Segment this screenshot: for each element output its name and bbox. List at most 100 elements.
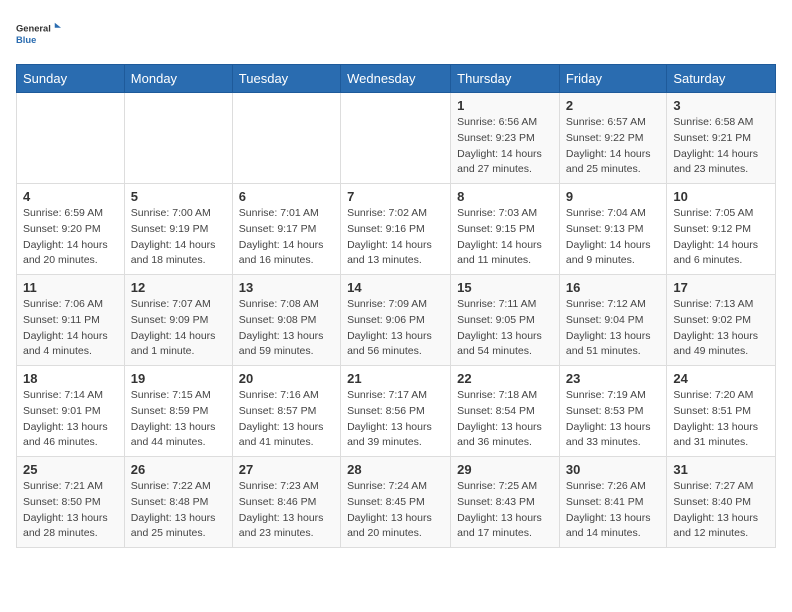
calendar-header-row: SundayMondayTuesdayWednesdayThursdayFrid… bbox=[17, 65, 776, 93]
day-number: 5 bbox=[131, 189, 226, 204]
day-number: 12 bbox=[131, 280, 226, 295]
calendar-week-row: 11Sunrise: 7:06 AMSunset: 9:11 PMDayligh… bbox=[17, 275, 776, 366]
day-number: 4 bbox=[23, 189, 118, 204]
day-number: 25 bbox=[23, 462, 118, 477]
day-number: 22 bbox=[457, 371, 553, 386]
calendar-cell: 2 Sunrise: 6:57 AMSunset: 9:22 PMDaylight… bbox=[559, 93, 667, 184]
weekday-header: Saturday bbox=[667, 65, 776, 93]
day-info: Sunrise: 7:04 AMSunset: 9:13 PMDaylight:… bbox=[566, 206, 661, 269]
day-number: 14 bbox=[347, 280, 444, 295]
calendar-cell: 28 Sunrise: 7:24 AMSunset: 8:45 PMDayligh… bbox=[341, 457, 451, 548]
day-number: 28 bbox=[347, 462, 444, 477]
day-info: Sunrise: 7:16 AMSunset: 8:57 PMDaylight:… bbox=[239, 388, 334, 451]
weekday-header: Thursday bbox=[451, 65, 560, 93]
day-number: 1 bbox=[457, 98, 553, 113]
day-info: Sunrise: 7:27 AMSunset: 8:40 PMDaylight:… bbox=[673, 479, 769, 542]
calendar-cell: 27 Sunrise: 7:23 AMSunset: 8:46 PMDayligh… bbox=[232, 457, 340, 548]
logo: General Blue bbox=[16, 16, 66, 52]
day-number: 3 bbox=[673, 98, 769, 113]
calendar-week-row: 18 Sunrise: 7:14 AMSunset: 9:01 PMDayligh… bbox=[17, 366, 776, 457]
day-info: Sunrise: 7:05 AMSunset: 9:12 PMDaylight:… bbox=[673, 206, 769, 269]
day-number: 17 bbox=[673, 280, 769, 295]
day-number: 30 bbox=[566, 462, 661, 477]
day-info: Sunrise: 6:57 AMSunset: 9:22 PMDaylight:… bbox=[566, 115, 661, 178]
calendar-cell: 6 Sunrise: 7:01 AMSunset: 9:17 PMDaylight… bbox=[232, 184, 340, 275]
calendar-cell: 9 Sunrise: 7:04 AMSunset: 9:13 PMDaylight… bbox=[559, 184, 667, 275]
day-info: Sunrise: 6:59 AMSunset: 9:20 PMDaylight:… bbox=[23, 206, 118, 269]
calendar-cell: 8 Sunrise: 7:03 AMSunset: 9:15 PMDaylight… bbox=[451, 184, 560, 275]
calendar-cell: 25 Sunrise: 7:21 AMSunset: 8:50 PMDayligh… bbox=[17, 457, 125, 548]
page-header: General Blue bbox=[16, 16, 776, 52]
day-number: 19 bbox=[131, 371, 226, 386]
day-number: 7 bbox=[347, 189, 444, 204]
calendar-week-row: 4 Sunrise: 6:59 AMSunset: 9:20 PMDaylight… bbox=[17, 184, 776, 275]
day-info: Sunrise: 7:11 AMSunset: 9:05 PMDaylight:… bbox=[457, 297, 553, 360]
day-number: 16 bbox=[566, 280, 661, 295]
logo-svg: General Blue bbox=[16, 16, 66, 52]
day-info: Sunrise: 7:02 AMSunset: 9:16 PMDaylight:… bbox=[347, 206, 444, 269]
calendar-cell: 15 Sunrise: 7:11 AMSunset: 9:05 PMDayligh… bbox=[451, 275, 560, 366]
calendar-cell bbox=[341, 93, 451, 184]
day-number: 26 bbox=[131, 462, 226, 477]
day-info: Sunrise: 7:19 AMSunset: 8:53 PMDaylight:… bbox=[566, 388, 661, 451]
day-number: 8 bbox=[457, 189, 553, 204]
day-info: Sunrise: 7:23 AMSunset: 8:46 PMDaylight:… bbox=[239, 479, 334, 542]
day-info: Sunrise: 7:13 AMSunset: 9:02 PMDaylight:… bbox=[673, 297, 769, 360]
day-info: Sunrise: 7:01 AMSunset: 9:17 PMDaylight:… bbox=[239, 206, 334, 269]
day-number: 29 bbox=[457, 462, 553, 477]
calendar-cell: 5 Sunrise: 7:00 AMSunset: 9:19 PMDaylight… bbox=[124, 184, 232, 275]
day-info: Sunrise: 7:06 AMSunset: 9:11 PMDaylight:… bbox=[23, 297, 118, 360]
weekday-header: Sunday bbox=[17, 65, 125, 93]
calendar-cell bbox=[17, 93, 125, 184]
day-number: 23 bbox=[566, 371, 661, 386]
calendar-cell: 19 Sunrise: 7:15 AMSunset: 8:59 PMDayligh… bbox=[124, 366, 232, 457]
weekday-header: Monday bbox=[124, 65, 232, 93]
calendar-cell bbox=[232, 93, 340, 184]
calendar-cell: 7 Sunrise: 7:02 AMSunset: 9:16 PMDaylight… bbox=[341, 184, 451, 275]
day-info: Sunrise: 7:26 AMSunset: 8:41 PMDaylight:… bbox=[566, 479, 661, 542]
day-info: Sunrise: 6:58 AMSunset: 9:21 PMDaylight:… bbox=[673, 115, 769, 178]
day-number: 15 bbox=[457, 280, 553, 295]
weekday-header: Tuesday bbox=[232, 65, 340, 93]
weekday-header: Friday bbox=[559, 65, 667, 93]
day-number: 9 bbox=[566, 189, 661, 204]
calendar-cell: 31 Sunrise: 7:27 AMSunset: 8:40 PMDayligh… bbox=[667, 457, 776, 548]
day-number: 18 bbox=[23, 371, 118, 386]
svg-text:Blue: Blue bbox=[16, 35, 36, 45]
day-info: Sunrise: 7:17 AMSunset: 8:56 PMDaylight:… bbox=[347, 388, 444, 451]
day-number: 2 bbox=[566, 98, 661, 113]
calendar-cell: 21 Sunrise: 7:17 AMSunset: 8:56 PMDayligh… bbox=[341, 366, 451, 457]
day-info: Sunrise: 7:21 AMSunset: 8:50 PMDaylight:… bbox=[23, 479, 118, 542]
day-number: 27 bbox=[239, 462, 334, 477]
day-info: Sunrise: 7:18 AMSunset: 8:54 PMDaylight:… bbox=[457, 388, 553, 451]
day-number: 31 bbox=[673, 462, 769, 477]
calendar-cell: 30 Sunrise: 7:26 AMSunset: 8:41 PMDayligh… bbox=[559, 457, 667, 548]
day-info: Sunrise: 7:00 AMSunset: 9:19 PMDaylight:… bbox=[131, 206, 226, 269]
day-info: Sunrise: 7:14 AMSunset: 9:01 PMDaylight:… bbox=[23, 388, 118, 451]
day-info: Sunrise: 7:09 AMSunset: 9:06 PMDaylight:… bbox=[347, 297, 444, 360]
day-info: Sunrise: 7:24 AMSunset: 8:45 PMDaylight:… bbox=[347, 479, 444, 542]
calendar-cell: 10Sunrise: 7:05 AMSunset: 9:12 PMDayligh… bbox=[667, 184, 776, 275]
day-info: Sunrise: 7:20 AMSunset: 8:51 PMDaylight:… bbox=[673, 388, 769, 451]
calendar-cell: 29 Sunrise: 7:25 AMSunset: 8:43 PMDayligh… bbox=[451, 457, 560, 548]
day-info: Sunrise: 7:25 AMSunset: 8:43 PMDaylight:… bbox=[457, 479, 553, 542]
calendar-cell: 18 Sunrise: 7:14 AMSunset: 9:01 PMDayligh… bbox=[17, 366, 125, 457]
calendar-cell: 13Sunrise: 7:08 AMSunset: 9:08 PMDayligh… bbox=[232, 275, 340, 366]
calendar-cell: 17 Sunrise: 7:13 AMSunset: 9:02 PMDayligh… bbox=[667, 275, 776, 366]
day-number: 24 bbox=[673, 371, 769, 386]
calendar-cell: 3 Sunrise: 6:58 AMSunset: 9:21 PMDaylight… bbox=[667, 93, 776, 184]
day-info: Sunrise: 7:22 AMSunset: 8:48 PMDaylight:… bbox=[131, 479, 226, 542]
calendar-table: SundayMondayTuesdayWednesdayThursdayFrid… bbox=[16, 64, 776, 548]
calendar-cell: 4 Sunrise: 6:59 AMSunset: 9:20 PMDaylight… bbox=[17, 184, 125, 275]
day-info: Sunrise: 7:03 AMSunset: 9:15 PMDaylight:… bbox=[457, 206, 553, 269]
day-number: 13 bbox=[239, 280, 334, 295]
day-info: Sunrise: 7:15 AMSunset: 8:59 PMDaylight:… bbox=[131, 388, 226, 451]
calendar-cell: 23 Sunrise: 7:19 AMSunset: 8:53 PMDayligh… bbox=[559, 366, 667, 457]
day-number: 20 bbox=[239, 371, 334, 386]
calendar-cell: 26 Sunrise: 7:22 AMSunset: 8:48 PMDayligh… bbox=[124, 457, 232, 548]
calendar-cell: 16Sunrise: 7:12 AMSunset: 9:04 PMDayligh… bbox=[559, 275, 667, 366]
day-number: 21 bbox=[347, 371, 444, 386]
calendar-week-row: 1Sunrise: 6:56 AMSunset: 9:23 PMDaylight… bbox=[17, 93, 776, 184]
day-number: 6 bbox=[239, 189, 334, 204]
calendar-cell: 14 Sunrise: 7:09 AMSunset: 9:06 PMDayligh… bbox=[341, 275, 451, 366]
